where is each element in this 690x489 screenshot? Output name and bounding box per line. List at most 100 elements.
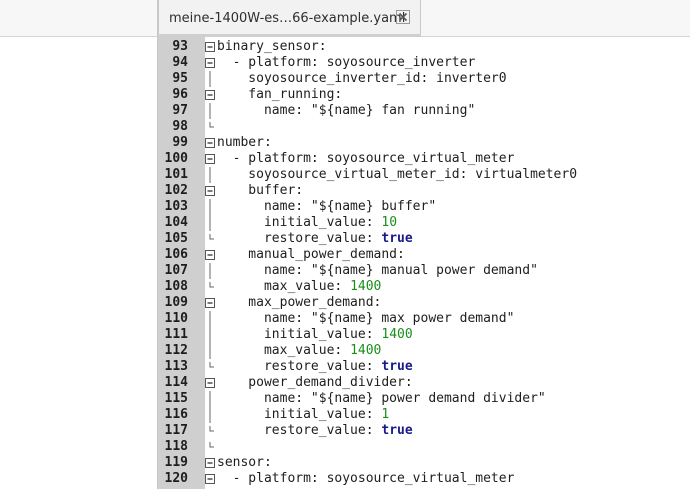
code-token: soyosource_virtual_meter_id: virtualmete… bbox=[217, 167, 578, 182]
fold-end-icon bbox=[209, 234, 214, 240]
code-token: name: "${name} buffer" bbox=[217, 199, 437, 214]
code-text: - platform: soyosource_inverter bbox=[217, 55, 476, 71]
fold-toggle-icon[interactable] bbox=[205, 90, 215, 100]
code-line[interactable]: 96 fan_running: bbox=[158, 87, 690, 103]
line-number: 103 bbox=[164, 199, 188, 214]
line-number: 105 bbox=[164, 231, 188, 246]
fold-toggle-icon[interactable] bbox=[205, 378, 215, 388]
code-token: restore_value: bbox=[217, 359, 382, 374]
code-line[interactable]: 93 binary_sensor: bbox=[158, 39, 690, 55]
code-text: initial_value: 1 bbox=[217, 407, 389, 423]
line-number: 94 bbox=[172, 55, 188, 70]
line-number: 115 bbox=[164, 391, 188, 406]
line-number: 111 bbox=[164, 327, 188, 342]
code-text: name: "${name} buffer" bbox=[217, 199, 436, 215]
code-token: restore_value: bbox=[217, 231, 382, 246]
code-line[interactable]: 116 initial_value: 1 bbox=[158, 407, 690, 423]
fold-end-icon bbox=[209, 282, 214, 288]
code-line[interactable]: 94 - platform: soyosource_inverter bbox=[158, 55, 690, 71]
fold-guide-icon bbox=[209, 343, 211, 359]
line-number: 109 bbox=[164, 295, 188, 310]
line-number: 118 bbox=[164, 439, 188, 454]
tab-title: meine-1400W-es…66-example.yaml bbox=[169, 11, 406, 26]
line-number: 101 bbox=[164, 167, 188, 182]
code-token: fan_running: bbox=[217, 87, 343, 102]
code-token: - platform: soyosource_virtual_meter bbox=[217, 471, 515, 486]
code-text: max_value: 1400 bbox=[217, 279, 381, 295]
fold-toggle-icon[interactable] bbox=[205, 154, 215, 164]
fold-toggle-icon[interactable] bbox=[205, 186, 215, 196]
code-text: max_power_demand: bbox=[217, 295, 381, 311]
code-text: name: "${name} max power demand" bbox=[217, 311, 514, 327]
code-token: initial_value: bbox=[217, 327, 382, 342]
code-token: max_value: bbox=[217, 343, 351, 358]
code-line[interactable]: 118 bbox=[158, 439, 690, 455]
fold-toggle-icon[interactable] bbox=[205, 250, 215, 260]
code-token: - platform: soyosource_inverter bbox=[217, 55, 476, 70]
code-line[interactable]: 110 name: "${name} max power demand" bbox=[158, 311, 690, 327]
boolean-literal: true bbox=[381, 231, 413, 246]
close-icon[interactable] bbox=[396, 10, 410, 24]
fold-guide-icon bbox=[209, 199, 211, 215]
fold-toggle-icon[interactable] bbox=[205, 138, 215, 148]
fold-toggle-icon[interactable] bbox=[205, 42, 215, 52]
code-line[interactable]: 113 restore_value: true bbox=[158, 359, 690, 375]
code-line[interactable]: 108 max_value: 1400 bbox=[158, 279, 690, 295]
code-text: name: "${name} manual power demand" bbox=[217, 263, 538, 279]
line-number: 93 bbox=[172, 39, 188, 54]
code-text: initial_value: 10 bbox=[217, 215, 397, 231]
code-text: name: "${name} power demand divider" bbox=[217, 391, 546, 407]
line-number: 119 bbox=[164, 455, 188, 470]
code-line[interactable]: 95 soyosource_inverter_id: inverter0 bbox=[158, 71, 690, 87]
code-line[interactable]: 114 power_demand_divider: bbox=[158, 375, 690, 391]
code-text: fan_running: bbox=[217, 87, 342, 103]
line-number: 108 bbox=[164, 279, 188, 294]
code-token: name: "${name} fan running" bbox=[217, 103, 476, 118]
code-line[interactable]: 112 max_value: 1400 bbox=[158, 343, 690, 359]
code-line[interactable]: 106 manual_power_demand: bbox=[158, 247, 690, 263]
code-line[interactable]: 100 - platform: soyosource_virtual_meter bbox=[158, 151, 690, 167]
code-line[interactable]: 109 max_power_demand: bbox=[158, 295, 690, 311]
code-line[interactable]: 104 initial_value: 10 bbox=[158, 215, 690, 231]
code-line[interactable]: 111 initial_value: 1400 bbox=[158, 327, 690, 343]
code-token: restore_value: bbox=[217, 423, 382, 438]
line-number: 117 bbox=[164, 423, 188, 438]
code-line[interactable]: 101 soyosource_virtual_meter_id: virtual… bbox=[158, 167, 690, 183]
code-line[interactable]: 103 name: "${name} buffer" bbox=[158, 199, 690, 215]
fold-guide-icon bbox=[209, 391, 211, 407]
code-line[interactable]: 98 bbox=[158, 119, 690, 135]
fold-end-icon bbox=[209, 122, 214, 128]
code-line[interactable]: 97 name: "${name} fan running" bbox=[158, 103, 690, 119]
line-number: 100 bbox=[164, 151, 188, 166]
fold-end-icon bbox=[209, 442, 214, 448]
code-line[interactable]: 99 number: bbox=[158, 135, 690, 151]
fold-toggle-icon[interactable] bbox=[205, 58, 215, 68]
code-text: manual_power_demand: bbox=[217, 247, 405, 263]
code-token: initial_value: bbox=[217, 215, 382, 230]
code-line[interactable]: 105 restore_value: true bbox=[158, 231, 690, 247]
code-editor[interactable]: 93 binary_sensor: 94 - platform: soyosourc… bbox=[158, 37, 690, 489]
code-line[interactable]: 115 name: "${name} power demand divider" bbox=[158, 391, 690, 407]
fold-guide-icon bbox=[209, 407, 211, 423]
side-panel bbox=[0, 37, 157, 489]
line-number: 110 bbox=[164, 311, 188, 326]
number-literal: 1400 bbox=[350, 279, 382, 294]
code-text: - platform: soyosource_virtual_meter bbox=[217, 151, 515, 167]
code-line[interactable]: 119 sensor: bbox=[158, 455, 690, 471]
code-line[interactable]: 120 - platform: soyosource_virtual_meter bbox=[158, 471, 690, 487]
code-text: restore_value: true bbox=[217, 423, 413, 439]
code-text: max_value: 1400 bbox=[217, 343, 381, 359]
line-number: 116 bbox=[164, 407, 188, 422]
line-number: 96 bbox=[172, 87, 188, 102]
code-line[interactable]: 107 name: "${name} manual power demand" bbox=[158, 263, 690, 279]
code-line[interactable]: 117 restore_value: true bbox=[158, 423, 690, 439]
fold-toggle-icon[interactable] bbox=[205, 298, 215, 308]
fold-toggle-icon[interactable] bbox=[205, 458, 215, 468]
number-literal: 1400 bbox=[350, 343, 382, 358]
tab-file[interactable]: meine-1400W-es…66-example.yaml bbox=[158, 0, 421, 37]
code-text: - platform: soyosource_virtual_meter bbox=[217, 471, 515, 487]
code-line[interactable]: 102 buffer: bbox=[158, 183, 690, 199]
boolean-literal: true bbox=[381, 359, 413, 374]
fold-toggle-icon[interactable] bbox=[205, 474, 215, 484]
line-number: 106 bbox=[164, 247, 188, 262]
